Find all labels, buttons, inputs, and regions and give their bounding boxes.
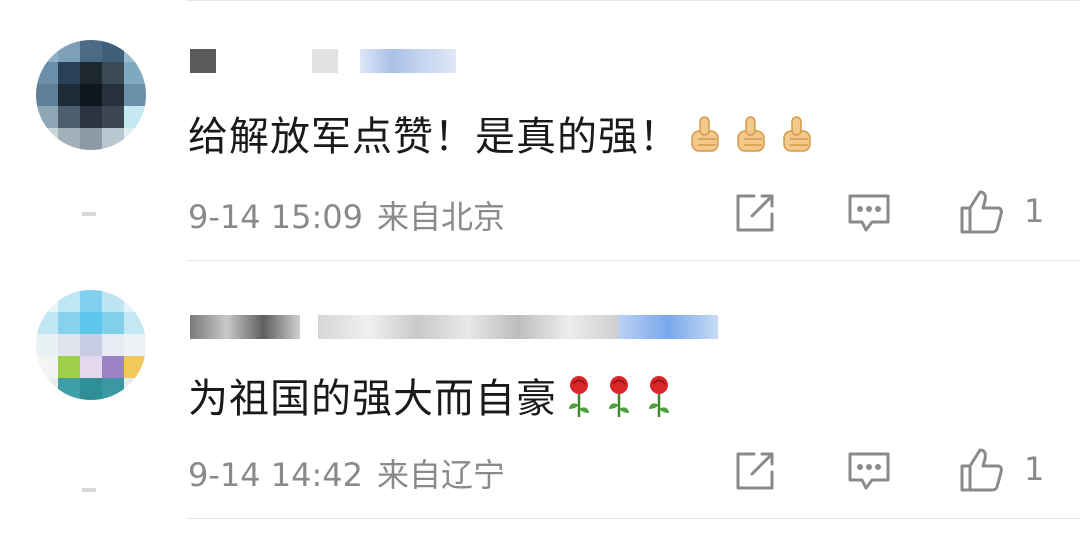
comment-meta: 9-14 14:42 来自辽宁 bbox=[188, 450, 505, 496]
thumbs-up-emoji-group bbox=[686, 111, 826, 167]
comment-text: 为祖国的强大而自豪 bbox=[188, 366, 683, 429]
verified-badge-icon bbox=[82, 488, 96, 492]
divider bbox=[186, 518, 1080, 519]
timestamp: 9-14 14:42 bbox=[188, 456, 364, 494]
location: 来自辽宁 bbox=[377, 456, 506, 494]
like-icon[interactable] bbox=[958, 188, 1004, 234]
comment-item: 给解放军点赞！是真的强！ 9-14 15:09 来自北京 1 bbox=[0, 0, 1080, 261]
comment-item: 为祖国的强大而自豪 9-14 14:42 来自辽宁 1 bbox=[0, 260, 1080, 519]
rose-emoji-group bbox=[563, 373, 683, 429]
username-blurred[interactable] bbox=[190, 48, 456, 74]
like-count: 1 bbox=[1024, 450, 1045, 488]
like-count: 1 bbox=[1024, 192, 1045, 230]
username-blurred[interactable] bbox=[190, 314, 718, 340]
avatar[interactable] bbox=[36, 40, 146, 150]
like-icon[interactable] bbox=[958, 446, 1004, 492]
share-icon[interactable] bbox=[732, 190, 778, 236]
reply-comment-icon[interactable] bbox=[846, 448, 892, 494]
comment-meta: 9-14 15:09 来自北京 bbox=[188, 192, 505, 238]
comment-text: 给解放军点赞！是真的强！ bbox=[188, 104, 826, 167]
reply-comment-icon[interactable] bbox=[846, 190, 892, 236]
share-icon[interactable] bbox=[732, 448, 778, 494]
timestamp: 9-14 15:09 bbox=[188, 198, 364, 236]
verified-badge-icon bbox=[82, 212, 96, 216]
avatar[interactable] bbox=[36, 290, 146, 400]
location: 来自北京 bbox=[377, 198, 506, 236]
